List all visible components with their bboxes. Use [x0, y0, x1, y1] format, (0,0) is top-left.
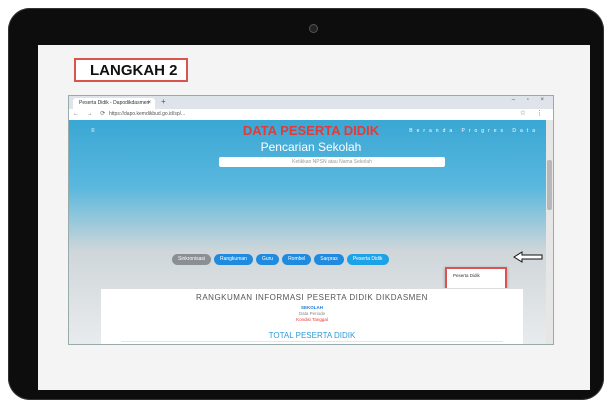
divider — [121, 341, 503, 342]
toolbar-icons[interactable]: ☆ ⋮ — [520, 109, 547, 117]
school-name: SEKOLAH — [300, 305, 323, 310]
scrollbar[interactable] — [546, 120, 553, 344]
tab-strip: Peserta Didik - Dapodikdasmen × + – ▫ × — [69, 96, 553, 109]
camera-icon — [309, 24, 318, 33]
screen: LANGKAH 2 Peserta Didik - Dapodikdasmen … — [38, 45, 590, 390]
tablet-frame: LANGKAH 2 Peserta Didik - Dapodikdasmen … — [8, 8, 604, 400]
dropdown-item[interactable]: Peserta Didik — [447, 269, 505, 283]
scroll-thumb[interactable] — [547, 160, 552, 210]
button-sinkronisasi[interactable]: Sinkronisasi — [172, 254, 211, 265]
button-rangkuman[interactable]: Rangkuman — [213, 254, 253, 265]
nav-buttons[interactable]: ← → ⟳ — [73, 110, 108, 117]
web-page: ≡ Beranda Progres Data DATA PESERTA DIDI… — [69, 120, 553, 344]
url-input[interactable]: https://dapo.kemdikbud.go.id/sp/... — [109, 111, 439, 118]
step-label: LANGKAH 2 — [74, 58, 188, 82]
total-title: TOTAL PESERTA DIDIK — [268, 331, 356, 340]
tab-title: Peserta Didik - Dapodikdasmen — [79, 100, 150, 106]
search-input[interactable]: Ketikkan NPSN atau Nama Sekolah — [219, 157, 445, 167]
summary-card: RANGKUMAN INFORMASI PESERTA DIDIK DIKDAS… — [101, 288, 523, 344]
summary-title: RANGKUMAN INFORMASI PESERTA DIDIK DIKDAS… — [196, 293, 428, 302]
new-tab-button[interactable]: + — [161, 97, 166, 106]
search-title: Pencarian Sekolah — [260, 140, 362, 154]
period-text: Data Periode — [298, 311, 326, 316]
pointer-arrow-icon — [513, 251, 543, 263]
button-guru[interactable]: Guru — [255, 254, 280, 265]
button-peserta-didik[interactable]: Peserta Didik — [346, 254, 389, 265]
date-text: Kondisi Tanggal — [296, 317, 328, 322]
button-sarpras[interactable]: Sarpras — [314, 254, 344, 265]
browser-tab[interactable]: Peserta Didik - Dapodikdasmen × — [73, 98, 155, 109]
menu-button-row: Sinkronisasi Rangkuman Guru Rombel Sarpr… — [172, 254, 389, 265]
window-controls[interactable]: – ▫ × — [512, 97, 549, 103]
browser-window: Peserta Didik - Dapodikdasmen × + – ▫ × … — [68, 95, 554, 345]
button-rombel[interactable]: Rombel — [282, 254, 312, 265]
close-icon[interactable]: × — [147, 98, 151, 109]
page-title: DATA PESERTA DIDIK — [242, 123, 380, 138]
